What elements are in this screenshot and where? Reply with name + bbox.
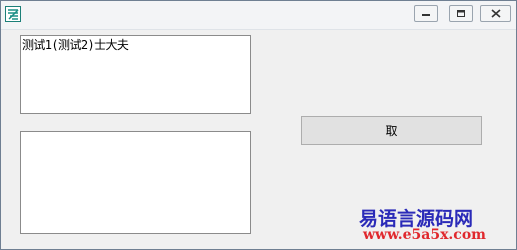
maximize-button[interactable] — [449, 5, 473, 22]
fetch-button[interactable]: 取 — [301, 116, 482, 145]
maximize-icon — [457, 10, 465, 17]
close-button[interactable] — [480, 5, 511, 22]
app-window: 测试1(测试2)士大夫 取 易语言源码网 www.e5a5x.com — [0, 0, 517, 250]
edit-box-2[interactable] — [20, 131, 251, 234]
title-bar[interactable] — [1, 1, 516, 30]
close-icon — [490, 9, 501, 18]
minimize-icon — [422, 14, 430, 16]
watermark-url: www.e5a5x.com — [363, 227, 486, 243]
edit-box-1-text: 测试1(测试2)士大夫 — [22, 38, 129, 52]
fetch-button-label: 取 — [385, 124, 398, 138]
app-icon[interactable] — [5, 6, 21, 22]
minimize-button[interactable] — [414, 5, 438, 22]
edit-box-1[interactable]: 测试1(测试2)士大夫 — [20, 35, 251, 114]
